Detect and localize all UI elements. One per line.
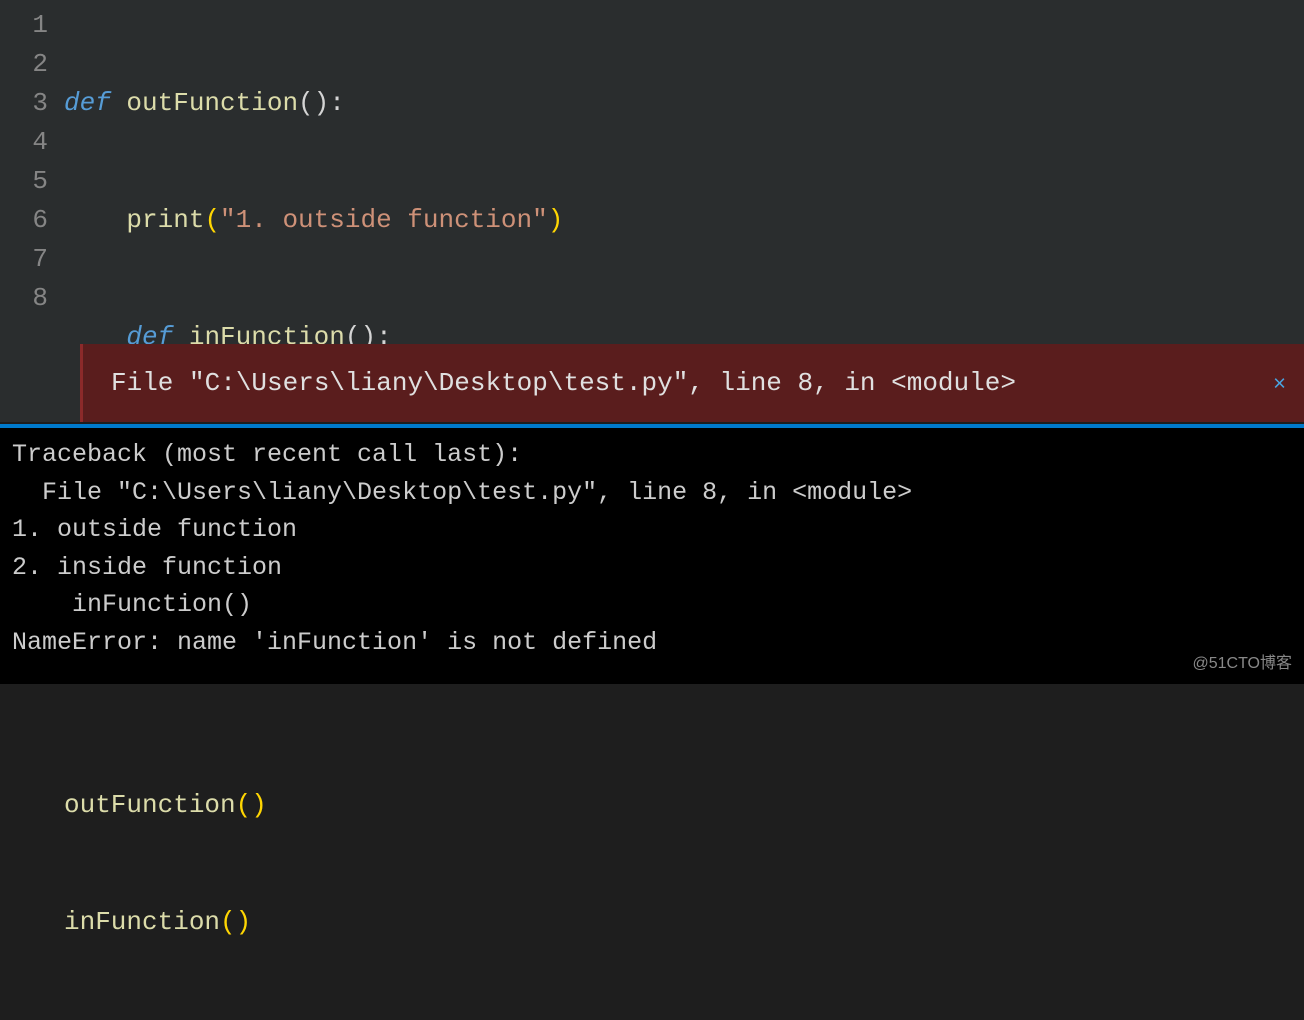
- terminal-output[interactable]: Traceback (most recent call last): File …: [0, 424, 1304, 684]
- line-number: 1: [0, 6, 48, 45]
- code-line[interactable]: def outFunction():: [64, 84, 1304, 123]
- close-icon[interactable]: ×: [1273, 367, 1286, 400]
- terminal-line: NameError: name 'inFunction' is not defi…: [12, 628, 657, 657]
- code-line[interactable]: inFunction(): [64, 903, 1304, 942]
- line-number: 5: [0, 162, 48, 201]
- terminal-line: Traceback (most recent call last):: [12, 440, 522, 469]
- line-number: 7: [0, 240, 48, 279]
- code-line[interactable]: print("1. outside function"): [64, 201, 1304, 240]
- terminal-line: inFunction(): [12, 590, 252, 619]
- terminal-line: File "C:\Users\liany\Desktop\test.py", l…: [12, 478, 912, 507]
- line-number-gutter: 1 2 3 4 5 6 7 8: [0, 0, 64, 422]
- code-line[interactable]: outFunction(): [64, 786, 1304, 825]
- watermark-text: @51CTO博客: [1192, 652, 1292, 676]
- line-number: 6: [0, 201, 48, 240]
- line-number: 8: [0, 279, 48, 318]
- terminal-line: 2. inside function: [12, 553, 282, 582]
- error-message-text: File "C:\Users\liany\Desktop\test.py", l…: [111, 364, 1016, 403]
- line-number: 4: [0, 123, 48, 162]
- line-number: 2: [0, 45, 48, 84]
- inline-error-banner: File "C:\Users\liany\Desktop\test.py", l…: [80, 344, 1304, 422]
- line-number: 3: [0, 84, 48, 123]
- terminal-line: 1. outside function: [12, 515, 297, 544]
